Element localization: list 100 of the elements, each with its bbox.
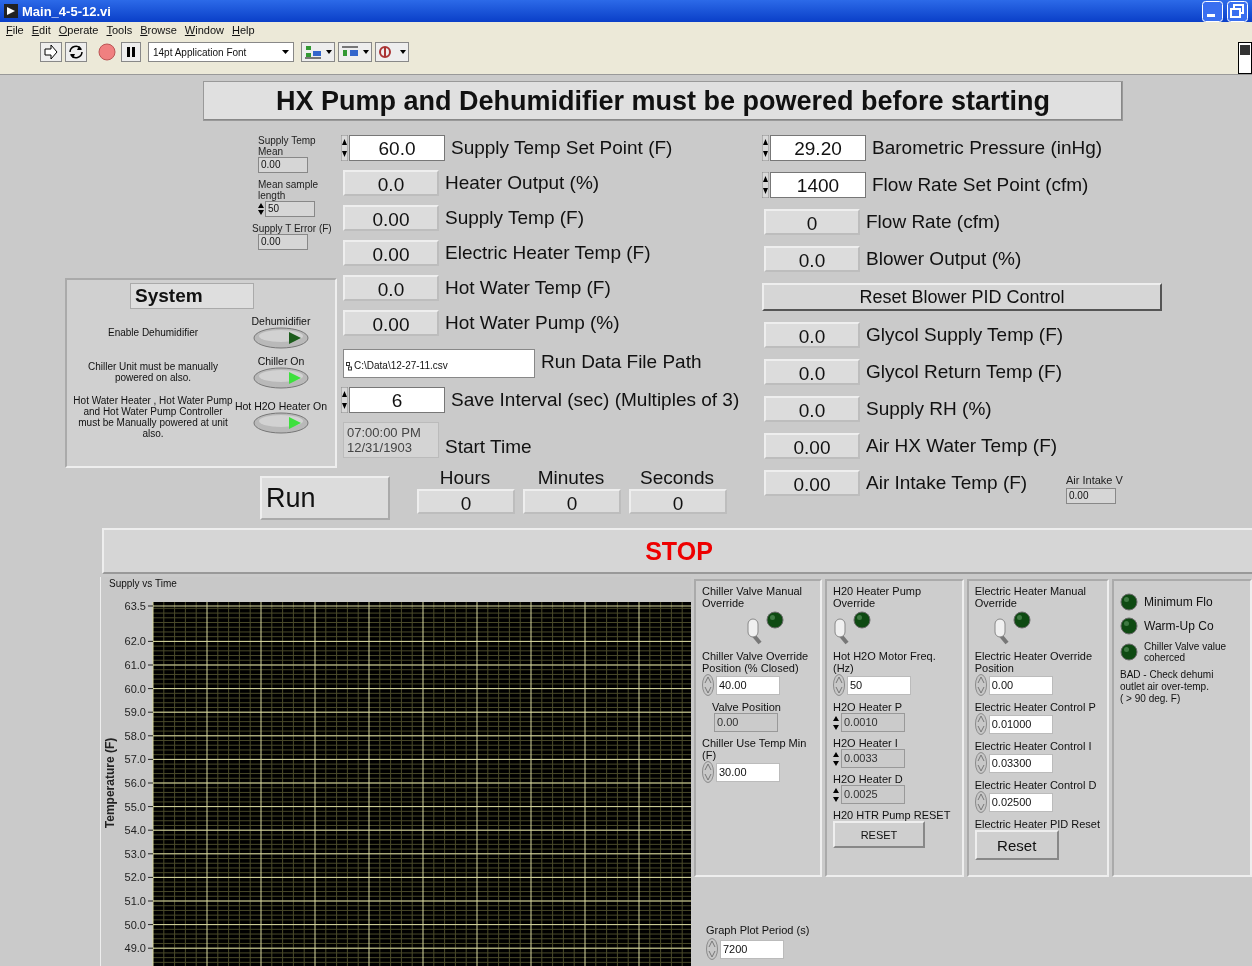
numeric-indicator: 0.00 (343, 310, 439, 336)
led-indicator (1120, 643, 1138, 661)
led-indicator (1120, 593, 1138, 611)
menu-item[interactable]: Browse (140, 24, 177, 40)
spin-buttons[interactable] (341, 135, 348, 161)
numeric-control: 0.0010 (841, 713, 905, 732)
reset-button[interactable]: Reset Blower PID Control (762, 283, 1162, 311)
numeric-control[interactable]: 6 (349, 387, 445, 413)
menu-item[interactable]: Window (184, 24, 224, 40)
menu-item[interactable]: Edit (31, 24, 51, 40)
numeric-indicator: 0.00 (714, 713, 778, 732)
numeric-indicator: 0.00 (258, 157, 308, 173)
note-text: Hot Water Heater , Hot Water Pump and Hot Water Pump Controller must be Manually powered at unit also. (73, 395, 233, 439)
numeric-indicator: 0.0 (764, 359, 860, 385)
status-label: Chiller Valve value coherced (1144, 641, 1228, 663)
y-tick-label: 63.5 (124, 600, 146, 612)
note-text: Chiller Unit must be manually powered on also. (86, 361, 220, 383)
y-tick-label: 53.0 (124, 847, 146, 860)
numeric-control[interactable]: 30.00 (716, 762, 780, 782)
field-label: Glycol Return Temp (F) (866, 361, 1063, 383)
y-tick-label: 57.0 (124, 753, 146, 766)
control-label: H2O Heater I (833, 737, 898, 749)
numeric-control[interactable]: 0.03300 (988, 753, 1053, 773)
align-objects-icon[interactable] (301, 42, 335, 62)
file-path-control[interactable]: C:\Data\12-27-11.csv (343, 349, 535, 378)
font-dropdown[interactable]: 14pt Application Font (148, 42, 294, 62)
indicator-label: Supply T Error (F) (252, 223, 332, 234)
numeric-indicator: 0.0 (764, 396, 860, 422)
y-tick-label: 54.0 (124, 824, 146, 837)
field-label: Blower Output (%) (866, 248, 1022, 270)
maximize-button[interactable] (1227, 0, 1248, 22)
control-label: H2O Heater D (833, 773, 903, 785)
field-label: Glycol Supply Temp (F) (866, 324, 1064, 346)
minimize-button[interactable] (1202, 0, 1223, 22)
numeric-control[interactable]: 40.00 (716, 675, 780, 695)
status-label: Minimum Flo (1144, 595, 1213, 609)
status-label: Warm-Up Co (1144, 619, 1214, 633)
numeric-control[interactable]: 60.0 (349, 135, 445, 161)
indicator-label: Valve Position (711, 701, 781, 713)
field-label: Electric Heater Temp (F) (445, 242, 651, 264)
power-switch[interactable] (253, 412, 309, 434)
panel-title: Chiller Valve Manual Override (702, 585, 804, 609)
y-tick-label: 52.0 (124, 871, 146, 884)
pause-icon[interactable] (121, 42, 141, 62)
y-tick-label: 49.0 (124, 942, 146, 955)
menu-item[interactable]: Tools (106, 24, 133, 40)
time-label: Hours (439, 467, 491, 489)
reset-button[interactable]: RESET (833, 821, 925, 848)
numeric-control[interactable]: 0.01000 (988, 714, 1053, 734)
y-tick-label: 55.0 (124, 800, 146, 813)
reorder-icon[interactable] (375, 42, 409, 62)
control-label: Graph Plot Period (s) (706, 924, 810, 936)
field-label: Hot Water Pump (%) (445, 312, 620, 334)
numeric-control[interactable]: 50 (265, 201, 315, 217)
note-text: Enable Dehumidifier (106, 326, 200, 338)
status-message: BAD - Check dehumi outlet air over-temp. ( > 90 deg. F) (1120, 669, 1215, 705)
numeric-indicator: 0.00 (764, 470, 860, 496)
switch-label: Dehumidifier (251, 315, 311, 327)
numeric-control[interactable]: 29.20 (770, 135, 866, 161)
numeric-control[interactable]: 0.02500 (988, 792, 1053, 812)
numeric-control[interactable]: 7200 (720, 939, 784, 959)
spin-buttons[interactable] (762, 172, 769, 198)
time-label: Minutes (537, 467, 605, 489)
switch-label: Hot H2O Heater On (234, 400, 328, 412)
panel-title: Electric Heater Manual Override (974, 585, 1087, 609)
numeric-indicator: 0.0 (343, 275, 439, 301)
browse-icon[interactable] (346, 362, 352, 371)
abort-icon[interactable] (96, 42, 118, 62)
menu-item[interactable]: Operate (58, 24, 99, 40)
y-axis-title: Temperature (F) (103, 737, 117, 829)
numeric-control[interactable]: 50 (847, 675, 911, 695)
control-label: Electric Heater Control I (974, 740, 1092, 752)
power-switch[interactable] (253, 367, 309, 389)
run-button[interactable]: Run (260, 476, 390, 520)
indicator-label: Supply Temp Mean (258, 135, 317, 157)
spin-buttons[interactable] (341, 387, 348, 413)
numeric-control[interactable]: 1400 (770, 172, 866, 198)
power-switch[interactable] (253, 327, 309, 349)
panel-title: H20 Heater Pump Override (833, 585, 923, 609)
led-indicator (853, 611, 871, 629)
run-continuously-icon[interactable] (65, 42, 87, 62)
distribute-objects-icon[interactable] (338, 42, 372, 62)
reset-button[interactable]: Reset (974, 830, 1059, 860)
switch-label: Chiller On (257, 355, 305, 367)
control-label: Hot H2O Motor Freq. (Hz) (833, 650, 937, 674)
y-tick-label: 51.0 (124, 895, 146, 907)
y-tick-label: 59.0 (124, 706, 146, 719)
numeric-control: 0.0025 (841, 785, 905, 804)
field-label: Barometric Pressure (inHg) (872, 137, 1103, 159)
y-tick-label: 60.0 (124, 682, 146, 695)
spin-buttons[interactable] (762, 135, 769, 161)
field-label: Start Time (445, 436, 532, 458)
menu-item[interactable]: File (6, 24, 24, 40)
warning-banner: HX Pump and Dehumidifier must be powered before starting (203, 81, 1123, 121)
button-label: Electric Heater PID Reset (974, 818, 1101, 830)
indicator-label: Air Intake V (1066, 475, 1123, 486)
control-label: Chiller Use Temp Min (F) (702, 737, 808, 761)
y-tick-label: 62.0 (124, 635, 146, 648)
numeric-control[interactable]: 0.00 (988, 675, 1053, 695)
menu-item[interactable]: Help (232, 24, 255, 40)
